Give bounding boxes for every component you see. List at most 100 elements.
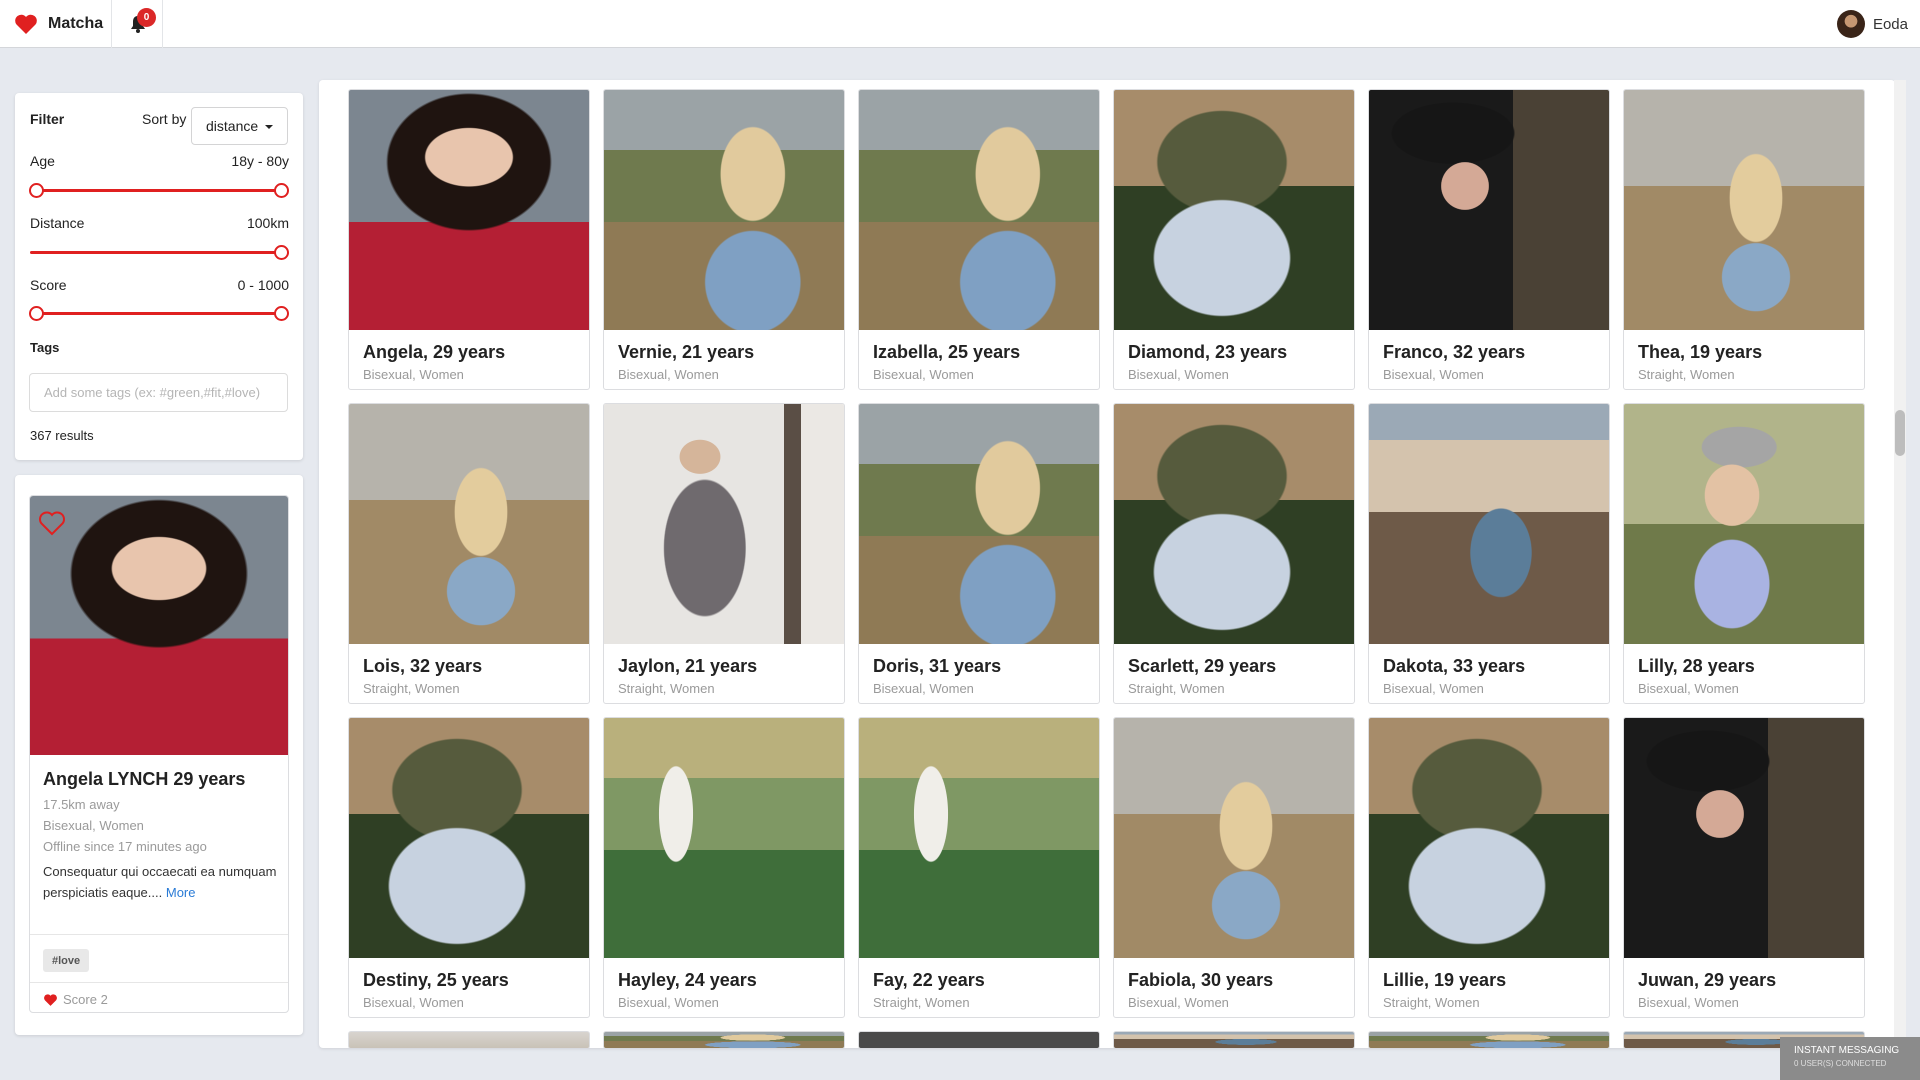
- profile-name: Lillie, 19 years: [1383, 970, 1507, 990]
- profile-card[interactable]: Fay, 22 years Straight, Women: [858, 717, 1100, 1018]
- results-scrollbar[interactable]: [1894, 80, 1906, 1048]
- profile-card[interactable]: Jaylon, 21 years Straight, Women: [603, 403, 845, 704]
- profile-name: Juwan, 29 years: [1638, 970, 1777, 990]
- profile-card[interactable]: Juwan, 29 years Bisexual, Women: [1623, 717, 1865, 1018]
- nav-divider: [111, 0, 112, 48]
- profile-name: Lois, 32 years: [363, 656, 483, 676]
- profile-card[interactable]: Destiny, 25 years Bisexual, Women: [348, 717, 590, 1018]
- profile-card[interactable]: Hayley, 24 years Bisexual, Women: [603, 717, 845, 1018]
- scrollbar-thumb[interactable]: [1895, 410, 1905, 456]
- profile-card[interactable]: Lilly, 28 years Bisexual, Women: [1623, 403, 1865, 704]
- profile-orientation: Bisexual, Women: [618, 995, 719, 1010]
- score-range-slider[interactable]: [29, 306, 289, 322]
- profile-card[interactable]: Lois, 32 years Straight, Women: [348, 403, 590, 704]
- profile-orientation: Bisexual, Women: [873, 681, 974, 696]
- distance-handle[interactable]: [274, 245, 289, 260]
- profile-card[interactable]: [348, 1031, 590, 1048]
- sort-by-dropdown[interactable]: distance: [191, 107, 288, 145]
- profile-name: Jaylon, 21 years: [618, 656, 758, 676]
- profile-orientation: Bisexual, Women: [43, 818, 144, 833]
- profile-preview-card[interactable]: Angela LYNCH 29 years 17.5km away Bisexu…: [29, 495, 289, 1013]
- more-link[interactable]: More: [166, 885, 196, 900]
- profile-card[interactable]: [1368, 1031, 1610, 1048]
- profile-photo: [349, 90, 589, 330]
- profile-card[interactable]: Fabiola, 30 years Bisexual, Women: [1113, 717, 1355, 1018]
- nav-divider: [162, 0, 163, 48]
- profile-photo: [1114, 404, 1354, 644]
- profile-orientation: Straight, Women: [1383, 995, 1480, 1010]
- filter-title: Filter: [30, 111, 65, 127]
- results-count: 367 results: [30, 428, 94, 443]
- profile-name: Izabella, 25 years: [873, 342, 1021, 362]
- profile-name: Hayley, 24 years: [618, 970, 757, 990]
- tags-input[interactable]: [29, 373, 288, 412]
- heart-icon: [44, 993, 57, 1006]
- profile-photo: [1369, 718, 1609, 958]
- profile-grid: Angela, 29 years Bisexual, Women Vernie, …: [348, 89, 1865, 1048]
- divider: [30, 982, 288, 983]
- heart-logo-icon: [15, 14, 37, 34]
- user-menu[interactable]: Eoda: [1836, 0, 1908, 48]
- profile-photo: [30, 496, 288, 755]
- score-label: Score: [30, 277, 67, 293]
- profile-card[interactable]: [858, 1031, 1100, 1048]
- age-max-handle[interactable]: [274, 183, 289, 198]
- profile-card[interactable]: Doris, 31 years Bisexual, Women: [858, 403, 1100, 704]
- chat-title: INSTANT MESSAGING: [1794, 1045, 1900, 1056]
- username: Eoda: [1872, 15, 1908, 33]
- profile-name: Angela, 29 years: [363, 342, 506, 362]
- top-navigation: Matcha 0 Eoda: [0, 0, 1920, 48]
- distance-slider[interactable]: [30, 245, 289, 261]
- profile-photo: [1624, 718, 1864, 958]
- profile-card[interactable]: Angela, 29 years Bisexual, Women: [348, 89, 590, 390]
- profile-card[interactable]: Franco, 32 years Bisexual, Women: [1368, 89, 1610, 390]
- profile-orientation: Bisexual, Women: [873, 367, 974, 382]
- slider-track: [30, 251, 288, 254]
- profile-distance: 17.5km away: [43, 797, 120, 812]
- profile-name: Doris, 31 years: [873, 656, 1002, 676]
- divider: [30, 934, 288, 935]
- user-avatar: [1836, 10, 1865, 38]
- profile-orientation: Bisexual, Women: [1638, 681, 1739, 696]
- profile-photo: [1114, 90, 1354, 330]
- profile-tag: #love: [43, 949, 90, 972]
- notification-count-badge: 0: [137, 8, 156, 27]
- score-min-handle[interactable]: [29, 306, 44, 321]
- profile-photo: [859, 90, 1099, 330]
- profile-orientation: Bisexual, Women: [1128, 367, 1229, 382]
- profile-card[interactable]: Dakota, 33 years Bisexual, Women: [1368, 403, 1610, 704]
- profile-name: Lilly, 28 years: [1638, 656, 1755, 676]
- profile-name: Dakota, 33 years: [1383, 656, 1526, 676]
- profile-card[interactable]: [1113, 1031, 1355, 1048]
- profile-card[interactable]: Lillie, 19 years Straight, Women: [1368, 717, 1610, 1018]
- profile-name: Scarlett, 29 years: [1128, 656, 1277, 676]
- chat-status: 0 USER(S) CONNECTED: [1794, 1059, 1887, 1068]
- profile-photo: [604, 404, 844, 644]
- profile-card[interactable]: Scarlett, 29 years Straight, Women: [1113, 403, 1355, 704]
- profile-orientation: Straight, Women: [363, 681, 460, 696]
- dropdown-caret-icon: [265, 125, 273, 129]
- profile-photo: [604, 718, 844, 958]
- profile-card[interactable]: Izabella, 25 years Bisexual, Women: [858, 89, 1100, 390]
- profile-orientation: Bisexual, Women: [1128, 995, 1229, 1010]
- distance-label: Distance: [30, 215, 85, 231]
- profile-card[interactable]: Thea, 19 years Straight, Women: [1623, 89, 1865, 390]
- profile-orientation: Bisexual, Women: [1383, 681, 1484, 696]
- profile-card[interactable]: Vernie, 21 years Bisexual, Women: [603, 89, 845, 390]
- profile-orientation: Bisexual, Women: [1383, 367, 1484, 382]
- profile-card[interactable]: Diamond, 23 years Bisexual, Women: [1113, 89, 1355, 390]
- age-range-slider[interactable]: [29, 183, 289, 199]
- profile-card[interactable]: [603, 1031, 845, 1048]
- profile-orientation: Bisexual, Women: [618, 367, 719, 382]
- distance-value: 100km: [246, 215, 289, 231]
- sort-by-label: Sort by: [142, 111, 187, 127]
- profile-orientation: Straight, Women: [618, 681, 715, 696]
- profile-name: Angela LYNCH 29 years: [43, 769, 246, 789]
- instant-messaging-widget[interactable]: INSTANT MESSAGING 0 USER(S) CONNECTED: [1780, 1037, 1920, 1080]
- age-min-handle[interactable]: [29, 183, 44, 198]
- score-max-handle[interactable]: [274, 306, 289, 321]
- brand-link[interactable]: Matcha: [14, 0, 103, 48]
- profile-name: Thea, 19 years: [1638, 342, 1763, 362]
- slider-track: [30, 312, 288, 315]
- like-heart-icon[interactable]: [38, 510, 66, 536]
